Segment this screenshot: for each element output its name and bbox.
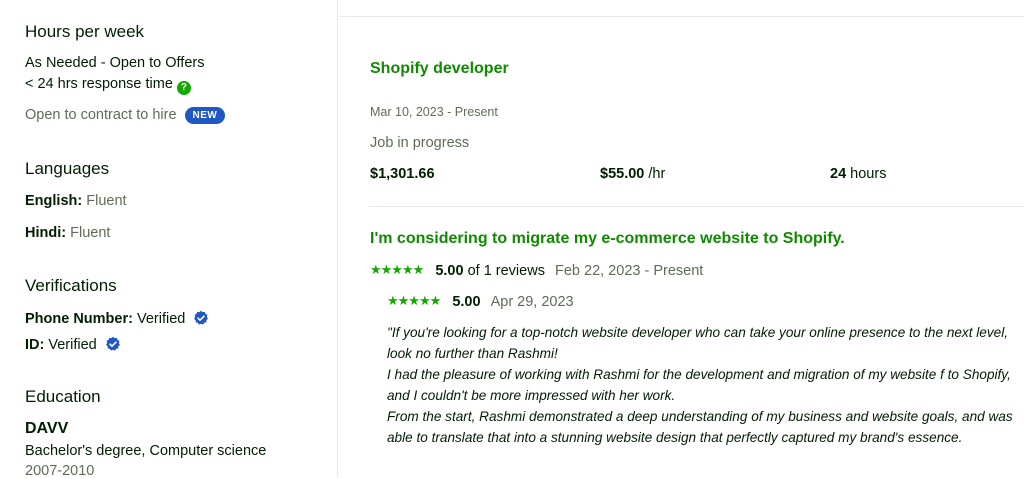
feedback-rating: 5.00 <box>452 294 481 310</box>
language-item: English: Fluent <box>25 193 127 209</box>
language-level: Fluent <box>86 193 127 209</box>
job-reviews-count: of 1 reviews <box>467 263 545 279</box>
contract-to-hire-row: Open to contract to hire NEW <box>25 107 226 124</box>
job-title-link[interactable]: I'm considering to migrate my e-commerce… <box>370 230 845 248</box>
feedback-line: From the start, Rashmi demonstrated a de… <box>387 409 1013 445</box>
verification-item: Phone Number: Verified <box>25 310 209 327</box>
languages-heading: Languages <box>25 159 110 178</box>
verified-badge-icon <box>105 336 120 351</box>
job-rate-unit: /hr <box>648 166 666 182</box>
job-dates: Feb 22, 2023 - Present <box>554 263 704 279</box>
hours-per-week-heading: Hours per week <box>25 22 145 41</box>
job-status: Job in progress <box>370 135 470 151</box>
verification-name: ID: <box>25 337 45 353</box>
job-hours-unit: hours <box>850 166 887 182</box>
job-rating: 5.00 <box>435 263 464 279</box>
question-circle-icon[interactable]: ? <box>176 81 191 95</box>
education-heading: Education <box>25 387 101 406</box>
language-name: Hindi: <box>25 225 67 241</box>
verifications-heading: Verifications <box>25 276 117 295</box>
contract-to-hire-text: Open to contract to hire <box>25 107 177 123</box>
verification-name: Phone Number: <box>25 311 133 327</box>
feedback-date: Apr 29, 2023 <box>490 294 574 310</box>
job-rating-row: ★★★★★ 5.00 of 1 reviews Feb 22, 2023 - P… <box>370 262 703 279</box>
availability-text: As Needed - Open to Offers <box>25 55 205 71</box>
job-dates: Mar 10, 2023 - Present <box>370 105 498 119</box>
verification-status: Verified <box>48 337 97 353</box>
response-time-row: < 24 hrs response time? <box>25 76 191 95</box>
feedback-line: I had the pleasure of working with Rashm… <box>387 367 1011 403</box>
job-rate: $55.00 /hr <box>600 166 665 182</box>
language-name: English: <box>25 193 83 209</box>
job-title-link[interactable]: Shopify developer <box>370 60 509 78</box>
language-level: Fluent <box>70 225 111 241</box>
language-item: Hindi: Fluent <box>25 225 110 241</box>
feedback-line: "If you're looking for a top-notch websi… <box>387 325 1009 361</box>
new-badge: NEW <box>184 107 226 124</box>
star-rating-icon: ★★★★★ <box>370 262 424 277</box>
feedback-text: "If you're looking for a top-notch websi… <box>387 322 1017 448</box>
divider <box>369 206 1024 207</box>
verification-status: Verified <box>136 311 186 327</box>
job-hours-value: 24 <box>830 166 847 182</box>
verification-item: ID: Verified <box>25 336 121 353</box>
star-rating-icon: ★★★★★ <box>387 293 441 308</box>
job-rate-value: $55.00 <box>600 166 645 182</box>
profile-sidebar: Hours per week As Needed - Open to Offer… <box>0 0 338 479</box>
work-history-panel: Shopify developer Mar 10, 2023 - Present… <box>339 0 1024 477</box>
school-name: DAVV <box>25 420 69 437</box>
job-hours: 24 hours <box>830 166 886 182</box>
degree-text: Bachelor's degree, Computer science <box>25 443 267 459</box>
job-earned: $1,301.66 <box>370 166 435 182</box>
response-time-text: < 24 hrs response time <box>25 76 173 92</box>
feedback-rating-row: ★★★★★ 5.00 Apr 29, 2023 <box>387 293 574 310</box>
divider <box>339 16 1024 17</box>
verified-badge-icon <box>194 310 209 325</box>
